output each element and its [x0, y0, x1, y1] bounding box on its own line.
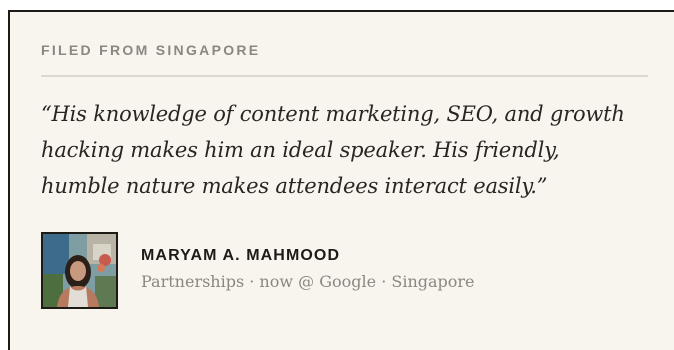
testimonial-quote: “His knowledge of content marketing, SEO… — [41, 102, 625, 198]
author-name: MARYAM A. MAHMOOD — [141, 247, 341, 264]
author-meta: Partnerships · now @ Google · Singapore — [141, 272, 475, 291]
person-photo-icon — [43, 234, 116, 307]
location-eyebrow: FILED FROM SINGAPORE — [41, 42, 261, 58]
testimonial-card: FILED FROM SINGAPORE “His knowledge of c… — [8, 10, 674, 350]
divider — [41, 75, 648, 77]
avatar — [41, 232, 118, 309]
